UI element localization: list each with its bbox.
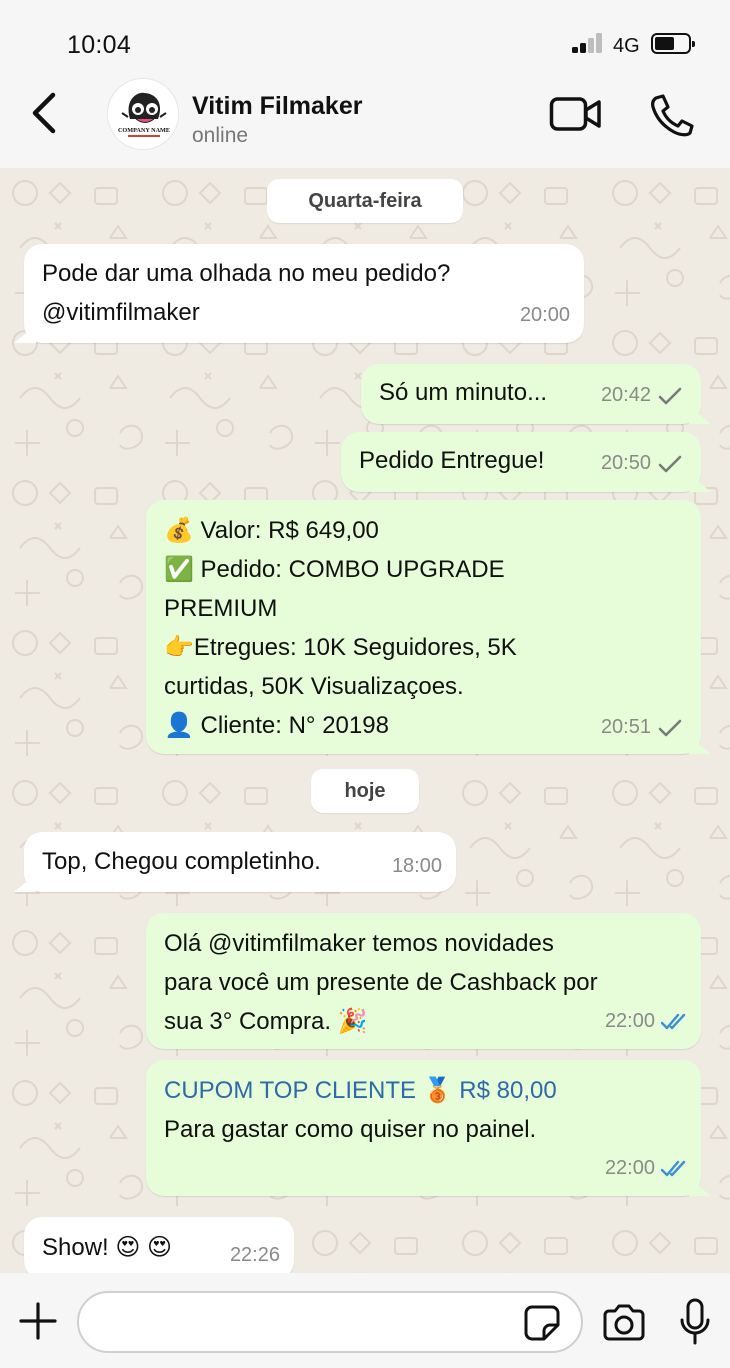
- phone-icon: [651, 94, 694, 137]
- chat-area[interactable]: Quarta-feira Pode dar uma olhada no meu …: [0, 168, 730, 1273]
- camera-icon: [603, 1304, 645, 1341]
- message-text: Pode dar uma olhada no meu pedido?: [42, 260, 451, 287]
- message-text: Olá @vitimfilmaker temos novidades: [164, 930, 554, 957]
- status-bar: 10:04 4G: [0, 0, 730, 78]
- sticker-button[interactable]: [522, 1303, 562, 1343]
- clock: 10:04: [67, 31, 132, 59]
- message-outgoing[interactable]: Só um minuto... 20:42: [361, 364, 701, 424]
- sent-check-icon: [658, 455, 682, 472]
- composer-bar: [0, 1273, 730, 1368]
- contact-avatar[interactable]: COMPANY NAME: [107, 78, 179, 150]
- message-time: 22:26: [229, 1244, 280, 1266]
- message-text: Para gastar como quiser no painel.: [164, 1116, 537, 1143]
- date-separator: hoje: [311, 769, 419, 813]
- date-separator: Quarta-feira: [267, 179, 463, 223]
- message-outgoing[interactable]: Pedido Entregue! 20:50: [341, 432, 701, 492]
- attach-button[interactable]: [18, 1301, 58, 1341]
- network-type: 4G: [613, 35, 640, 57]
- contact-name[interactable]: Vitim Filmaker: [192, 92, 362, 121]
- message-time: 22:00: [604, 1157, 655, 1179]
- microphone-icon: [680, 1298, 710, 1345]
- message-incoming[interactable]: Show! 😍 😍 22:26: [24, 1217, 294, 1273]
- chevron-left-icon: [32, 92, 56, 134]
- camera-button[interactable]: [601, 1303, 647, 1343]
- read-double-check-icon: [661, 1013, 686, 1029]
- message-time: 18:00: [391, 855, 442, 877]
- message-time: 20:51: [600, 716, 651, 738]
- back-button[interactable]: [22, 88, 66, 138]
- message-text: curtidas, 50K Visualizaçoes.: [164, 673, 464, 700]
- message-input[interactable]: [77, 1291, 583, 1353]
- message-text: Só um minuto...: [379, 379, 548, 406]
- message-text: ✅ Pedido: COMBO UPGRADE: [164, 556, 505, 583]
- plus-icon: [19, 1302, 57, 1340]
- company-logo: COMPANY NAME: [108, 79, 178, 149]
- sticker-icon: [524, 1305, 560, 1341]
- message-text: 👤 Cliente: N° 20198: [164, 712, 389, 739]
- message-text: sua 3° Compra. 🎉: [164, 1008, 368, 1035]
- chat-header: COMPANY NAME Vitim Filmaker online: [0, 78, 730, 168]
- signal-icon: [572, 33, 608, 53]
- coupon-title[interactable]: CUPOM TOP CLIENTE 🥉 R$ 80,00: [164, 1077, 557, 1104]
- message-incoming[interactable]: Top, Chegou completinho. 18:00: [24, 832, 456, 892]
- read-double-check-icon: [661, 1160, 686, 1176]
- video-call-button[interactable]: [549, 94, 603, 134]
- message-text: Top, Chegou completinho.: [42, 848, 321, 875]
- message-incoming[interactable]: Pode dar uma olhada no meu pedido? @viti…: [24, 244, 584, 343]
- video-camera-icon: [549, 97, 601, 131]
- message-outgoing-order-summary[interactable]: 💰 Valor: R$ 649,00 ✅ Pedido: COMBO UPGRA…: [146, 500, 701, 754]
- microphone-button[interactable]: [678, 1298, 712, 1346]
- message-text: Pedido Entregue!: [359, 447, 545, 474]
- message-time: 20:00: [519, 304, 570, 326]
- sent-check-icon: [658, 719, 682, 736]
- battery-icon: [651, 33, 695, 54]
- avatar-text: COMPANY NAME: [118, 127, 170, 134]
- message-outgoing-coupon[interactable]: CUPOM TOP CLIENTE 🥉 R$ 80,00 Para gastar…: [146, 1060, 701, 1196]
- message-text: 💰 Valor: R$ 649,00: [164, 517, 379, 544]
- contact-status: online: [192, 124, 249, 147]
- voice-call-button[interactable]: [648, 93, 694, 137]
- message-text: Show! 😍 😍: [42, 1234, 173, 1261]
- message-text: para você um presente de Cashback por: [164, 969, 598, 996]
- message-text: @vitimfilmaker: [42, 299, 200, 326]
- message-time: 20:42: [600, 384, 651, 406]
- sent-check-icon: [658, 387, 682, 404]
- message-time: 22:00: [604, 1010, 655, 1032]
- message-outgoing[interactable]: Olá @vitimfilmaker temos novidades para …: [146, 913, 701, 1049]
- message-time: 20:50: [600, 452, 651, 474]
- message-text: 👉Etregues: 10K Seguidores, 5K: [164, 634, 517, 661]
- message-text: PREMIUM: [164, 595, 278, 622]
